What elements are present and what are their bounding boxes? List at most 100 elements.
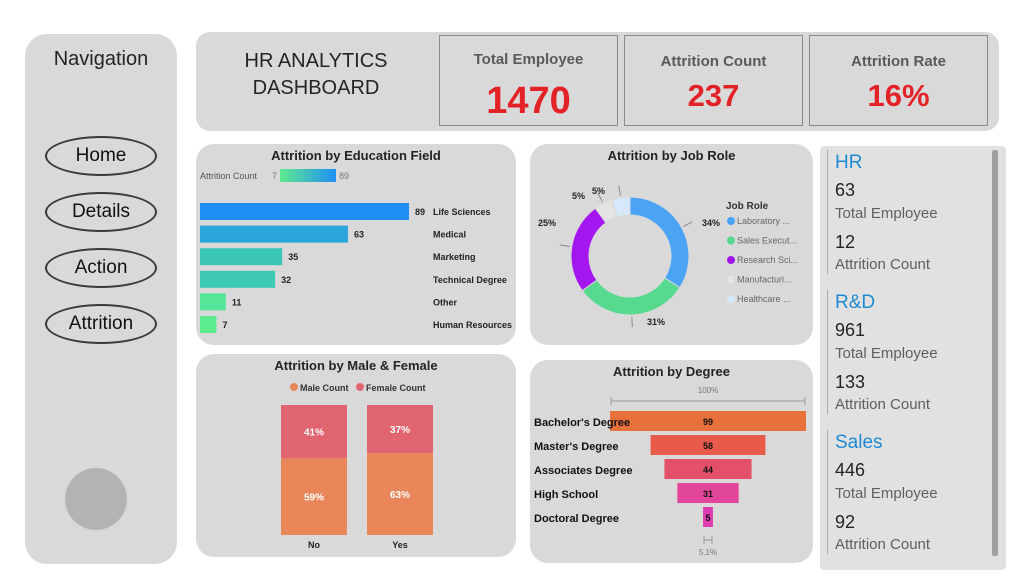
slice-label: 34% [702,218,720,228]
degree-chart: Attrition by Degree 100% 99 Bachelor's De… [530,360,813,563]
funnel-bottom-label: 5.1% [699,548,717,557]
bar-value-label: 63 [354,230,364,240]
legend-max: 89 [339,171,349,181]
dept-attrition-rd: 133 [835,372,866,392]
legend-swatch [727,295,735,303]
dept-attrition-sales: 92 [835,512,856,532]
bar-value-label: 35 [288,252,298,262]
kpi-label: Attrition Count [660,53,767,70]
bar-value-label: 7 [222,320,227,330]
legend-male: Male Count [300,383,349,393]
legend-item[interactable]: Healthcare ... [737,294,791,304]
legend-item[interactable]: Sales Execut... [737,236,797,246]
legend-item[interactable]: Laboratory ... [737,216,790,226]
kpi-value: 16% [867,78,930,113]
legend-item[interactable]: Manufacturi... [737,275,792,285]
legend-swatch-male [290,383,298,391]
dept-total-label: Total Employee [835,485,938,502]
category-label: High School [534,489,598,501]
category-label: Technical Degree [433,275,507,285]
category-label: Human Resources [433,320,512,330]
slice-label: 25% [538,218,556,228]
scrollbar[interactable] [992,150,998,556]
donut-slice[interactable] [629,196,690,289]
slice-label: 31% [647,317,665,327]
category-label: Master's Degree [534,441,619,453]
kpi-value: 237 [687,78,740,113]
slice-label: 5% [572,191,585,201]
dashboard-title: HR ANALYTICS DASHBOARD [216,48,416,102]
leader-line [618,185,621,196]
funnel-value-label: 58 [703,441,713,451]
bar[interactable] [200,270,276,288]
bar[interactable] [200,293,226,311]
legend-min: 7 [272,171,277,181]
category-label: Medical [433,230,466,240]
legend-swatch [727,256,735,264]
legend-item[interactable]: Research Sci... [737,255,798,265]
funnel-value-label: 31 [703,489,713,499]
slice-label: 5% [592,186,605,196]
legend-title: Job Role [726,201,769,212]
avatar[interactable] [65,468,127,530]
bar[interactable] [200,248,283,266]
dept-name-sales: Sales [835,432,883,453]
legend-female: Female Count [366,383,426,393]
category-label: No [308,540,320,550]
department-panel: HR 63 Total Employee 12 Attrition Count … [820,146,1006,570]
leader-line [683,221,693,227]
kpi-label: Total Employee [473,51,584,68]
segment-label: 41% [304,428,324,439]
category-label: Doctoral Degree [534,513,619,525]
kpi-label: Attrition Rate [851,53,946,70]
education-field-svg: Attrition Count 7 89 89 Life Sciences 63 Me… [200,169,512,333]
category-label: Other [433,297,458,307]
header-panel: HR ANALYTICS DASHBOARD Total Employee 14… [196,32,999,131]
dept-total-rd: 961 [835,320,866,340]
bar-value-label: 32 [281,275,291,285]
attrition-button[interactable]: Attrition [45,304,157,344]
legend-swatch [727,236,735,245]
funnel-value-label: 44 [703,465,713,475]
bar[interactable] [200,316,217,333]
legend-swatch [727,217,735,225]
kpi-total-employee: Total Employee 1470 [439,35,618,126]
dept-attrition-label: Attrition Count [835,396,931,413]
legend-swatch-female [356,383,364,391]
divider [827,430,828,554]
divider [827,290,828,414]
bar[interactable] [200,225,348,243]
bar[interactable] [200,203,409,220]
segment-label: 59% [304,493,324,504]
dept-name-hr: HR [835,152,863,173]
dept-total-hr: 63 [835,180,856,200]
action-button[interactable]: Action [45,248,157,288]
category-label: Bachelor's Degree [534,417,630,429]
gender-svg: Male Count Female Count 41% 59% No 37% 63% Ye… [281,383,433,550]
title-line-1: HR ANALYTICS [244,50,388,72]
leader-line [559,244,570,247]
kpi-attrition-count: Attrition Count 237 [624,35,803,126]
divider [827,150,828,274]
category-label: Marketing [433,252,476,262]
bar-value-label: 89 [415,207,425,217]
dept-total-sales: 446 [835,460,866,480]
dept-attrition-hr: 12 [835,232,856,252]
kpi-attrition-rate: Attrition Rate 16% [809,35,988,126]
job-role-chart: Attrition by Job Role 34% 31% 25% 5% 5% Job … [530,144,813,345]
education-field-chart: Attrition by Education Field Attrition C… [196,144,516,345]
job-role-svg: 34% 31% 25% 5% 5% Job Role Laboratory ... Sal… [538,185,798,327]
dept-total-label: Total Employee [835,345,938,362]
dept-attrition-label: Attrition Count [835,536,931,553]
donut-slice[interactable] [581,277,681,316]
category-label: Yes [392,540,408,550]
navigation-panel: Navigation Home Details Action Attrition [25,34,177,564]
category-label: Life Sciences [433,207,491,217]
kpi-value: 1470 [486,80,571,122]
funnel-top-label: 100% [698,386,718,395]
funnel-value-label: 5 [705,513,710,523]
details-button[interactable]: Details [45,192,157,232]
home-button[interactable]: Home [45,136,157,176]
donut-slice[interactable] [570,207,607,292]
navigation-title: Navigation [53,48,149,70]
